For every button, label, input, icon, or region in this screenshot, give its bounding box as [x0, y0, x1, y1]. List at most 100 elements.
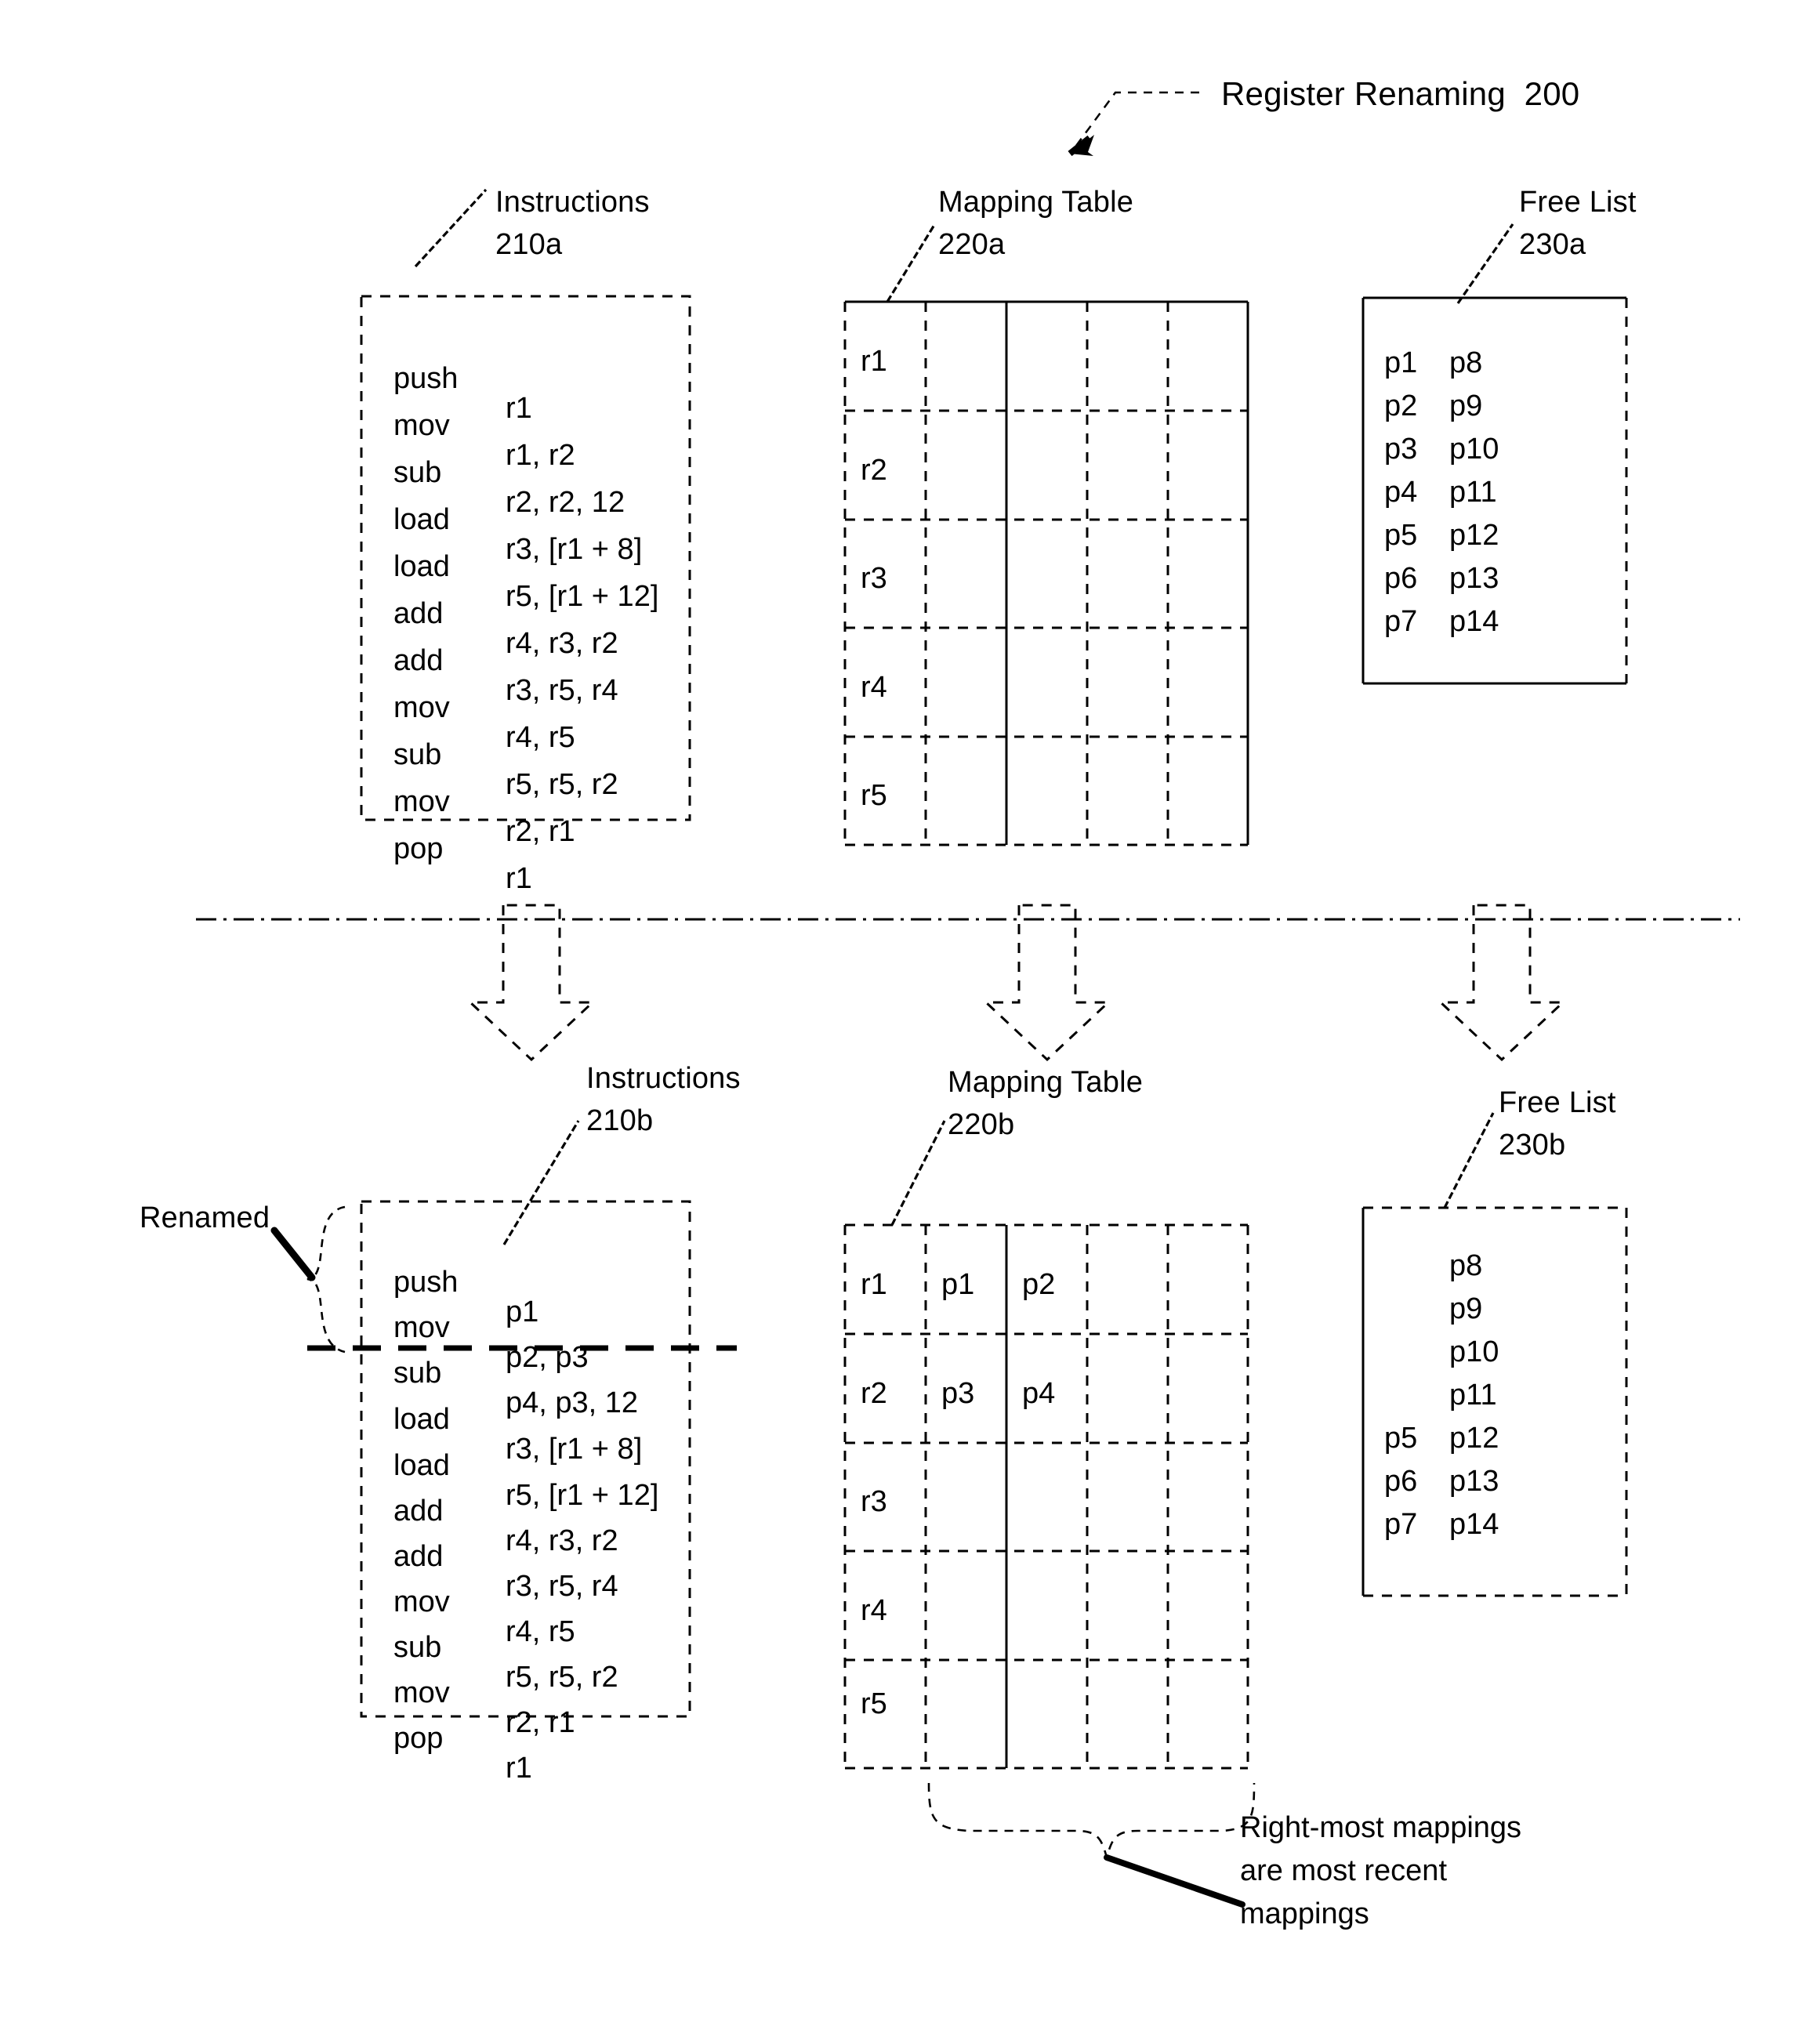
instructions-list-210b: push p1 mov p2, p3 sub p4, p3, 12 load r…	[361, 1201, 690, 1783]
recent-mappings-brace	[927, 1782, 1256, 1861]
mapping-cell: p1	[941, 1268, 975, 1301]
mapping-row-register: r1	[861, 1268, 887, 1301]
instructions-210a-ref: 210a	[495, 228, 563, 261]
instruction-row: pop r1	[361, 804, 532, 923]
title-leader	[1068, 91, 1199, 157]
free-list-entry: p14	[1449, 1508, 1499, 1541]
instruction-operands: r1	[506, 862, 532, 895]
mapping-row-register: r2	[861, 1377, 887, 1410]
figure-line-art	[196, 91, 1740, 1908]
free-list-entry: p5	[1384, 1422, 1418, 1455]
figure-title: Register Renaming 200	[1221, 75, 1580, 112]
mapping-cell: p4	[1022, 1377, 1056, 1410]
free-list-entry: p10	[1449, 1335, 1499, 1368]
free-list-entry: p2	[1384, 390, 1418, 422]
instruction-row: pop r1	[361, 1694, 532, 1813]
instruction-operands: r3, [r1 + 8]	[506, 533, 643, 566]
instruction-operands: r4, r3, r2	[506, 627, 618, 660]
leader-220a	[886, 224, 936, 303]
renamed-brace	[306, 1205, 346, 1354]
free-list-230a-ref: 230a	[1519, 228, 1586, 261]
recent-mappings-note-line3: mappings	[1240, 1897, 1369, 1930]
free-list-230b-label: Free List	[1499, 1086, 1616, 1119]
instruction-operands: r5, r5, r2	[506, 1661, 618, 1694]
transition-arrow-mapping-table	[983, 904, 1111, 1062]
mapping-table-220a-label: Mapping Table	[938, 186, 1134, 219]
instruction-operands: r1	[506, 392, 532, 425]
instruction-operands: r3, r5, r4	[506, 674, 618, 707]
instruction-operands: r2, r2, 12	[506, 486, 625, 519]
free-list-entry: p5	[1384, 519, 1418, 552]
instruction-operands: p1	[506, 1296, 539, 1328]
instruction-operands: r3, [r1 + 8]	[506, 1433, 643, 1466]
free-list-entry: p13	[1449, 1465, 1499, 1498]
free-list-entry: p13	[1449, 562, 1499, 595]
free-list-entry: p11	[1449, 476, 1497, 509]
leader-230b	[1443, 1112, 1495, 1209]
free-list-entry: p9	[1449, 390, 1483, 422]
instruction-operands: p2, p3	[506, 1341, 589, 1374]
mapping-row-register: r3	[861, 1485, 887, 1518]
free-list-entry: p8	[1449, 1249, 1483, 1282]
free-list-entry: p1	[1384, 346, 1418, 379]
mapping-table-220b-grid	[843, 1223, 1249, 1770]
renamed-label: Renamed	[140, 1201, 270, 1234]
recent-mappings-note-line1: Right-most mappings	[1240, 1811, 1522, 1844]
instructions-210a-label: Instructions	[495, 186, 650, 219]
mapping-cell: p3	[941, 1377, 975, 1410]
free-list-230b-ref: 230b	[1499, 1129, 1566, 1162]
recent-mappings-note-line2: are most recent	[1240, 1854, 1447, 1887]
mapping-row-register: r3	[861, 562, 887, 595]
mapping-table-220b-ref: 220b	[948, 1108, 1015, 1141]
instruction-operands: r5, [r1 + 12]	[506, 1479, 659, 1512]
figure-canvas: Register Renaming 200 Instructions 210a …	[0, 0, 1802, 2044]
instruction-mnemonic: pop	[393, 1722, 444, 1755]
instruction-operands: r4, r5	[506, 721, 575, 754]
mapping-cell: p2	[1022, 1268, 1056, 1301]
mapping-row-register: r4	[861, 671, 887, 704]
instruction-mnemonic: pop	[393, 832, 444, 865]
instruction-operands: r1	[506, 1752, 532, 1785]
free-list-entry: p12	[1449, 519, 1499, 552]
mapping-table-220a-grid	[843, 300, 1249, 846]
mapping-row-register: r1	[861, 345, 887, 378]
mapping-row-register: r5	[861, 1687, 887, 1720]
instruction-operands: r4, r5	[506, 1615, 575, 1648]
instructions-210b-label: Instructions	[586, 1062, 741, 1095]
instructions-list-210a: push r1 mov r1, r2 sub r2, r2, 12 load r…	[361, 296, 690, 893]
instruction-operands: r5, [r1 + 12]	[506, 580, 659, 613]
free-list-entry: p9	[1449, 1292, 1483, 1325]
free-list-entry: p14	[1449, 605, 1499, 638]
mapping-row-register: r4	[861, 1594, 887, 1627]
free-list-entry: p6	[1384, 562, 1418, 595]
free-list-entry: p12	[1449, 1422, 1499, 1455]
mapping-row-register: r5	[861, 779, 887, 812]
transition-arrow-free-list	[1438, 904, 1566, 1062]
transition-arrow-instructions	[467, 904, 596, 1062]
instruction-operands: r4, r3, r2	[506, 1524, 618, 1557]
mapping-table-220a-ref: 220a	[938, 228, 1006, 261]
instruction-operands: p4, p3, 12	[506, 1386, 639, 1419]
free-list-entry: p8	[1449, 346, 1483, 379]
instruction-operands: r2, r1	[506, 815, 575, 848]
free-list-entry: p4	[1384, 476, 1418, 509]
free-list-entry: p6	[1384, 1465, 1418, 1498]
instruction-operands: r3, r5, r4	[506, 1570, 618, 1603]
renamed-leader	[270, 1227, 316, 1281]
leader-210a	[414, 188, 488, 268]
mapping-row-register: r2	[861, 454, 887, 487]
free-list-entry: p10	[1449, 433, 1499, 466]
free-list-230a-label: Free List	[1519, 186, 1637, 219]
leader-220b	[890, 1120, 946, 1226]
mapping-table-220b-label: Mapping Table	[948, 1066, 1144, 1099]
instruction-operands: r1, r2	[506, 439, 575, 472]
recent-mappings-leader	[1104, 1854, 1245, 1908]
instruction-operands: r2, r1	[506, 1706, 575, 1739]
free-list-entry: p3	[1384, 433, 1418, 466]
leader-230a	[1456, 223, 1514, 304]
free-list-entry: p7	[1384, 1508, 1418, 1541]
instructions-210b-ref: 210b	[586, 1104, 654, 1137]
free-list-entry: p7	[1384, 605, 1418, 638]
instruction-operands: r5, r5, r2	[506, 768, 618, 801]
free-list-entry: p11	[1449, 1379, 1497, 1412]
